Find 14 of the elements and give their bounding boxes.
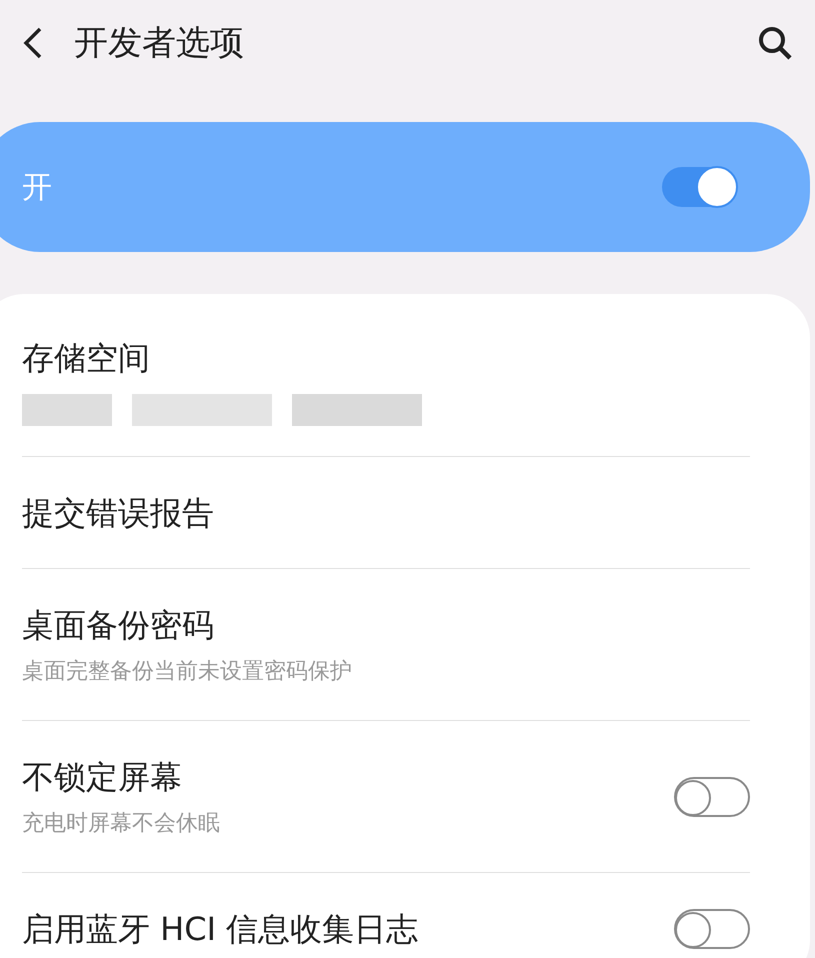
setting-subtitle: 桌面完整备份当前未设置密码保护 bbox=[22, 658, 353, 686]
search-icon[interactable] bbox=[757, 25, 793, 61]
setting-title[interactable]: 不锁定屏幕 bbox=[22, 753, 674, 801]
setting-title[interactable]: 提交错误报告 bbox=[22, 488, 750, 536]
toggle-switch[interactable] bbox=[674, 776, 750, 816]
back-icon[interactable] bbox=[22, 26, 44, 60]
master-switch-label: 开 bbox=[22, 168, 53, 206]
toggle-switch[interactable] bbox=[674, 908, 750, 948]
setting-title[interactable]: 启用蓝牙 HCI 信息收集日志 bbox=[22, 904, 674, 952]
page-title: 开发者选项 bbox=[74, 22, 245, 64]
setting-title[interactable]: 桌面备份密码 bbox=[22, 601, 750, 649]
setting-subtitle: 充电时屏幕不会休眠 bbox=[22, 810, 221, 838]
toggle-switch[interactable] bbox=[662, 167, 736, 207]
setting-title[interactable]: 存储空间 bbox=[22, 334, 750, 382]
